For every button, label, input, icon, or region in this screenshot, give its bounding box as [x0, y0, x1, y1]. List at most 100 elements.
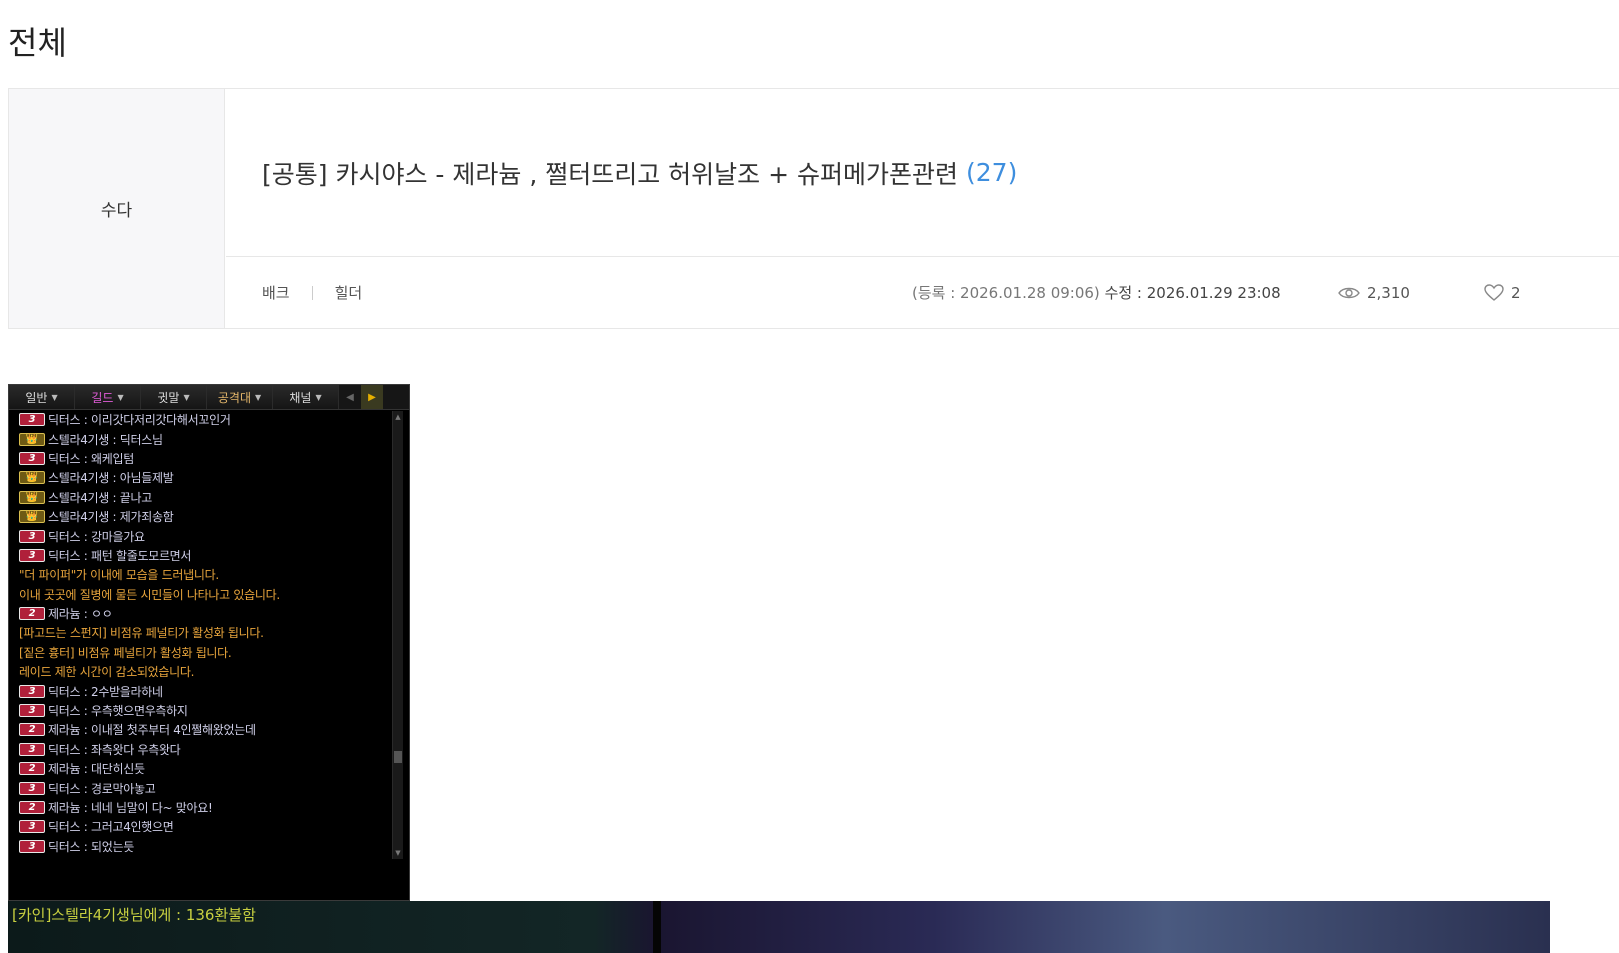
- post-header: 수다 [공통] 카시야스 - 제라늄 , 쩔터뜨리고 허위날조 + 슈퍼메가폰관…: [8, 88, 1619, 329]
- chat-line-text: 제라늄 : 네네 님말이 다~ 맞아요!: [48, 801, 213, 815]
- scroll-up-icon: ▲: [395, 413, 401, 421]
- chat-line-text: 제라늄 : 이내절 첫주부터 4인쩔해왔었는데: [48, 723, 256, 738]
- chat-line: 👑 스텔라4기생 : 아님들제발: [19, 468, 397, 487]
- post-dates: (등록 : 2026.01.28 09:06) 수정 : 2026.01.29 …: [912, 282, 1281, 303]
- party-number-badge: 2: [19, 801, 45, 814]
- party-number-badge: 3: [19, 548, 45, 562]
- scroll-down-icon: ▼: [395, 849, 401, 857]
- chat-line: 3 딕터스 : 우측햇으면우측하지: [19, 701, 397, 720]
- party-number-badge: 2: [19, 762, 45, 776]
- modified-date: 수정 : 2026.01.29 23:08: [1104, 284, 1281, 302]
- chat-line-text: 딕터스 : 우측햇으면우측하지: [48, 704, 188, 719]
- chat-line-text: 딕터스 : 2수받을라하네: [48, 684, 163, 699]
- party-number-badge: 2: [19, 607, 45, 621]
- chat-line: 👑 스텔라4기생 : 끝나고: [19, 488, 397, 507]
- view-count-value: 2,310: [1367, 283, 1410, 302]
- chat-line: 3 딕터스 : 되었는듯: [19, 837, 397, 856]
- chat-system-line: [짙은 흉터] 비점유 페널티가 활성화 됩니다.: [19, 643, 397, 662]
- comment-count[interactable]: (27): [966, 158, 1017, 187]
- chat-line: 3 딕터스 : 왜케입텀: [19, 449, 397, 468]
- chat-line-text: 딕터스 : 그러고4인햇으면: [48, 820, 174, 835]
- chat-tabs: 일반 ▼ 길드 ▼ 귓말 ▼ 공격대 ▼ 채널 ▼ ◀ ▶: [9, 385, 409, 410]
- chat-line-text: [파고드는 스펀지] 비점유 페널티가 활성화 됩니다.: [19, 626, 264, 641]
- game-scene-screenshot: [카인]스텔라4기생님에게 : 136환불함: [8, 901, 1550, 953]
- chat-line: 👑 스텔라4기생 : 제가죄송함: [19, 507, 397, 526]
- chat-line-text: 딕터스 : 왜케입텀: [48, 451, 134, 466]
- chat-line: 2 제라늄 : ㅇㅇ: [19, 604, 397, 623]
- game-chat-screenshot: 일반 ▼ 길드 ▼ 귓말 ▼ 공격대 ▼ 채널 ▼ ◀ ▶ 3 딕터스 : 이리갓다저리갓다…: [8, 384, 410, 901]
- party-number-badge: 3: [19, 529, 45, 543]
- whisper-message: [카인]스텔라4기생님에게 : 136환불함: [12, 906, 256, 924]
- like-count-value: 2: [1511, 283, 1521, 302]
- scroll-thumb: [394, 751, 402, 763]
- party-number-badge: 3: [19, 781, 45, 795]
- meta-divider: [311, 285, 313, 300]
- post-title-row: [공통] 카시야스 - 제라늄 , 쩔터뜨리고 허위날조 + 슈퍼메가폰관련 (…: [226, 89, 1619, 257]
- chat-system-line: 레이드 제한 시간이 감소되었습니다.: [19, 662, 397, 681]
- chat-line-text: 제라늄 : 대단히신듯: [48, 762, 145, 777]
- crown-badge-icon: 👑: [19, 432, 45, 446]
- chat-line: 3 딕터스 : 강마을가요: [19, 526, 397, 545]
- chat-line-text: 딕터스 : 패턴 할줄도모르면서: [48, 548, 192, 563]
- chat-tab-whisper: 귓말 ▼: [141, 385, 207, 409]
- chat-line-text: 스텔라4기생 : 아님들제발: [48, 471, 174, 486]
- chat-line-text: 딕터스 : 이리갓다저리갓다해서꼬인거: [48, 413, 231, 428]
- chat-line-text: 딕터스 : 강마을가요: [48, 529, 145, 544]
- chat-line: 3 딕터스 : 좌측왓다 우측왓다: [19, 740, 397, 759]
- chat-system-line: "더 파이퍼"가 이내에 모습을 드러냅니다.: [19, 565, 397, 584]
- party-number-badge: 3: [19, 704, 45, 718]
- chat-line: 2 제라늄 : 이내절 첫주부터 4인쩔해왔었는데: [19, 720, 397, 739]
- chat-line-text: 딕터스 : 좌측왓다 우측왓다: [48, 742, 181, 757]
- chat-tab-normal: 일반 ▼: [9, 385, 75, 409]
- chat-next-arrow-icon: ▶: [361, 385, 383, 409]
- chat-line-text: "더 파이퍼"가 이내에 모습을 드러냅니다.: [19, 568, 219, 583]
- chat-line: 3 딕터스 : 이리갓다저리갓다해서꼬인거: [19, 410, 397, 429]
- heart-icon[interactable]: [1484, 283, 1504, 302]
- chat-line-text: 딕터스 : 경로막아놓고: [48, 781, 156, 796]
- chat-line-text: 이내 곳곳에 질병에 물든 시민들이 나타나고 있습니다.: [19, 587, 280, 602]
- chat-line-text: 스텔라4기생 : 딕터스님: [48, 432, 163, 447]
- party-number-badge: 3: [19, 684, 45, 698]
- post-meta: 배크 힐더 (등록 : 2026.01.28 09:06) 수정 : 2026.…: [226, 257, 1619, 328]
- chat-line: 3 딕터스 : 그러고4인햇으면: [19, 817, 397, 836]
- chat-scrollbar: ▲ ▼: [392, 411, 403, 859]
- author-server: 배크: [262, 284, 290, 302]
- chat-line: 3 딕터스 : 패턴 할줄도모르면서: [19, 546, 397, 565]
- party-number-badge: 3: [19, 451, 45, 465]
- chat-line-text: 레이드 제한 시간이 감소되었습니다.: [19, 665, 195, 680]
- post-category-label: 수다: [100, 201, 133, 221]
- crown-badge-icon: 👑: [19, 490, 45, 504]
- chat-line: 3 딕터스 : 2수받을라하네: [19, 681, 397, 700]
- chat-prev-arrow-icon: ◀: [346, 391, 354, 403]
- party-number-badge: 3: [19, 820, 45, 834]
- eye-icon: [1338, 287, 1360, 298]
- party-number-badge: 3: [19, 742, 45, 756]
- chat-line-text: 제라늄 : ㅇㅇ: [48, 607, 113, 622]
- chat-line: 👑 스텔라4기생 : 딕터스님: [19, 429, 397, 448]
- view-count: 2,310: [1338, 284, 1410, 302]
- chat-log: 3 딕터스 : 이리갓다저리갓다해서꼬인거 👑 스텔라4기생 : 딕터스님 3 딕터스 :…: [9, 410, 397, 860]
- chat-line-text: 스텔라4기생 : 제가죄송함: [48, 510, 174, 525]
- chat-line: 2 제라늄 : 네네 님말이 다~ 맞아요!: [19, 798, 397, 817]
- chat-system-line: [파고드는 스펀지] 비점유 페널티가 활성화 됩니다.: [19, 623, 397, 642]
- party-number-badge: 3: [19, 839, 45, 853]
- party-number-badge: 2: [19, 723, 45, 737]
- like-count[interactable]: 2: [1484, 284, 1521, 302]
- registered-date: (등록 : 2026.01.28 09:06): [912, 284, 1100, 302]
- chat-tab-raid: 공격대 ▼: [207, 385, 273, 409]
- page-title: 전체: [8, 24, 67, 62]
- post-category: 수다: [8, 89, 225, 328]
- crown-badge-icon: 👑: [19, 510, 45, 524]
- chat-line-text: [짙은 흉터] 비점유 페널티가 활성화 됩니다.: [19, 645, 232, 660]
- post-title: [공통] 카시야스 - 제라늄 , 쩔터뜨리고 허위날조 + 슈퍼메가폰관련: [262, 159, 958, 189]
- chat-line-text: 스텔라4기생 : 끝나고: [48, 490, 153, 505]
- chat-line: 3 딕터스 : 경로막아놓고: [19, 778, 397, 797]
- crown-badge-icon: 👑: [19, 471, 45, 485]
- chat-line: 2 제라늄 : 대단히신듯: [19, 759, 397, 778]
- party-number-badge: 3: [19, 413, 45, 427]
- chat-line-text: 딕터스 : 되었는듯: [48, 839, 134, 854]
- scene-divider: [653, 901, 661, 953]
- chat-tab-channel: 채널 ▼: [273, 385, 339, 409]
- chat-tab-guild: 길드 ▼: [75, 385, 141, 409]
- chat-system-line: 이내 곳곳에 질병에 물든 시민들이 나타나고 있습니다.: [19, 585, 397, 604]
